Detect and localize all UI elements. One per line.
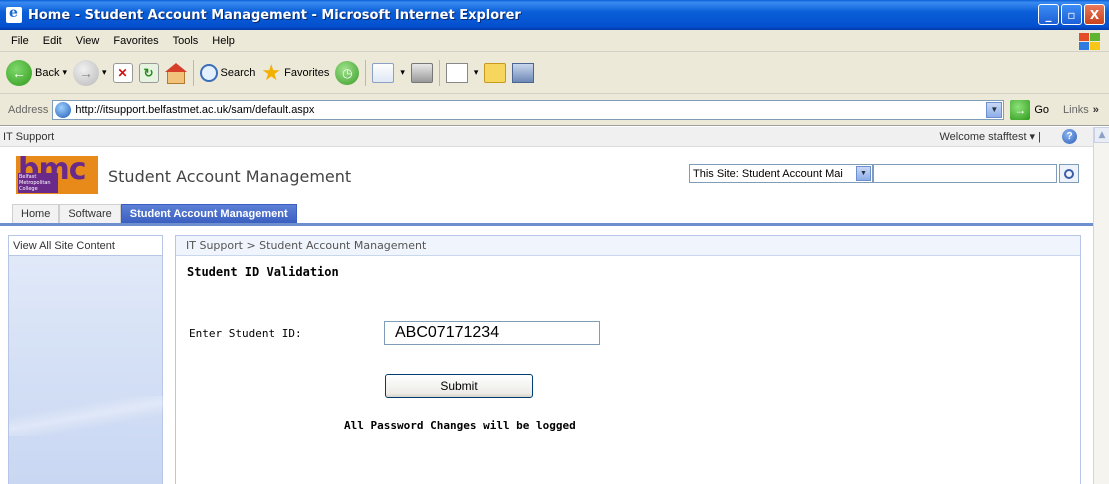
tab-home[interactable]: Home xyxy=(12,204,60,223)
forward-button[interactable]: → ▾ xyxy=(73,59,107,86)
search-go-button[interactable] xyxy=(1059,164,1079,183)
forward-arrow-icon: → xyxy=(73,59,99,86)
back-dropdown-icon[interactable]: ▾ xyxy=(62,67,67,78)
folder-icon[interactable] xyxy=(484,62,507,83)
search-input[interactable] xyxy=(873,164,1057,183)
submit-button[interactable]: Submit xyxy=(385,374,533,398)
logo-subtitle: Belfast Metropolitan College xyxy=(18,173,58,193)
address-input[interactable]: http://itsupport.belfastmet.ac.uk/sam/de… xyxy=(52,99,1005,120)
minimize-button[interactable]: _ xyxy=(1038,4,1059,25)
site-link[interactable]: IT Support xyxy=(3,131,54,143)
address-url: http://itsupport.belfastmet.ac.uk/sam/de… xyxy=(75,103,315,116)
decorative-swoosh xyxy=(9,396,164,436)
refresh-icon[interactable]: ↻ xyxy=(138,62,159,83)
address-bar: Address http://itsupport.belfastmet.ac.u… xyxy=(0,94,1109,126)
go-label: Go xyxy=(1034,103,1050,116)
search-scope-value: This Site: Student Account Mai xyxy=(693,167,843,180)
menu-help[interactable]: Help xyxy=(205,35,242,47)
favorites-label: Favorites xyxy=(284,66,330,79)
favorites-button[interactable]: ★ Favorites xyxy=(261,59,330,85)
page-heading: Student ID Validation xyxy=(187,265,339,279)
stop-icon[interactable]: ✕ xyxy=(112,62,133,83)
back-label: Back xyxy=(35,66,60,79)
top-navigation: Home Software Student Account Management xyxy=(0,202,1093,226)
toolbar-separator xyxy=(438,59,440,86)
window-controls: _ ▫ X xyxy=(1038,4,1105,25)
logging-notice: All Password Changes will be logged xyxy=(344,419,576,432)
ie-icon xyxy=(6,5,22,23)
breadcrumb[interactable]: IT Support > Student Account Management xyxy=(176,236,1080,256)
main-content: IT Support > Student Account Management … xyxy=(175,235,1081,484)
window-title: Home - Student Account Management - Micr… xyxy=(28,7,521,23)
menu-bar: File Edit View Favorites Tools Help xyxy=(0,30,1109,52)
back-arrow-icon: ← xyxy=(6,59,32,86)
address-dropdown-icon[interactable]: ▼ xyxy=(986,101,1003,118)
chevron-down-icon[interactable]: ▼ xyxy=(856,166,871,181)
view-all-site-content-link[interactable]: View All Site Content xyxy=(9,236,162,256)
page-icon xyxy=(55,101,72,118)
menu-favorites[interactable]: Favorites xyxy=(106,35,165,47)
search-icon xyxy=(1064,168,1074,179)
history-icon[interactable]: ◷ xyxy=(335,60,360,85)
menu-tools[interactable]: Tools xyxy=(166,35,206,47)
toolbar-separator xyxy=(365,59,367,86)
back-button[interactable]: ← Back ▾ xyxy=(6,59,67,86)
sharepoint-top-bar: IT Support Welcome stafftest ▾ | ? xyxy=(0,127,1093,147)
site-header: bmc Belfast Metropolitan College Student… xyxy=(0,147,1093,201)
tab-student-account-management[interactable]: Student Account Management xyxy=(120,204,297,223)
student-id-label: Enter Student ID: xyxy=(189,327,302,340)
toolbar: ← Back ▾ → ▾ ✕ ↻ Search ★ Favorites ◷ ▾ … xyxy=(0,52,1109,94)
search-scope-select[interactable]: This Site: Student Account Mai ▼ xyxy=(689,164,873,183)
mail-icon[interactable] xyxy=(372,62,395,83)
bmc-logo[interactable]: bmc Belfast Metropolitan College xyxy=(16,152,98,194)
menu-view[interactable]: View xyxy=(69,35,107,47)
search-label: Search xyxy=(220,66,256,79)
scroll-up-icon[interactable]: ▲ xyxy=(1094,127,1109,143)
close-button[interactable]: X xyxy=(1084,4,1105,25)
home-icon[interactable] xyxy=(164,62,187,84)
welcome-menu[interactable]: Welcome stafftest ▾ | xyxy=(939,130,1041,143)
toolbar-separator xyxy=(192,59,194,86)
star-icon: ★ xyxy=(261,59,282,85)
edit-icon[interactable] xyxy=(445,62,468,83)
windows-logo-icon xyxy=(1077,31,1103,51)
site-title: Student Account Management xyxy=(108,167,352,186)
vertical-scrollbar[interactable]: ▲ xyxy=(1093,127,1109,484)
menu-file[interactable]: File xyxy=(4,35,36,47)
edit-dropdown-icon[interactable]: ▾ xyxy=(474,67,479,78)
search-icon xyxy=(199,63,218,82)
window-titlebar: Home - Student Account Management - Micr… xyxy=(0,0,1109,30)
help-icon[interactable]: ? xyxy=(1062,129,1077,144)
print-icon[interactable] xyxy=(410,62,433,83)
go-button[interactable]: → Go xyxy=(1010,99,1050,120)
quick-launch: View All Site Content xyxy=(8,235,164,484)
mail-dropdown-icon[interactable]: ▾ xyxy=(400,67,405,78)
search-button[interactable]: Search xyxy=(199,63,256,82)
maximize-button[interactable]: ▫ xyxy=(1061,4,1082,25)
tab-software[interactable]: Software xyxy=(59,204,121,223)
links-button[interactable]: Links xyxy=(1063,104,1089,116)
research-icon[interactable] xyxy=(512,62,535,83)
forward-dropdown-icon[interactable]: ▾ xyxy=(102,67,107,78)
menu-edit[interactable]: Edit xyxy=(36,35,69,47)
address-label: Address xyxy=(8,103,49,116)
browser-viewport: IT Support Welcome stafftest ▾ | ? bmc B… xyxy=(0,127,1093,484)
chevron-icon[interactable]: » xyxy=(1093,104,1099,116)
student-id-input[interactable]: ABC07171234 xyxy=(384,321,600,345)
go-arrow-icon: → xyxy=(1010,99,1031,120)
